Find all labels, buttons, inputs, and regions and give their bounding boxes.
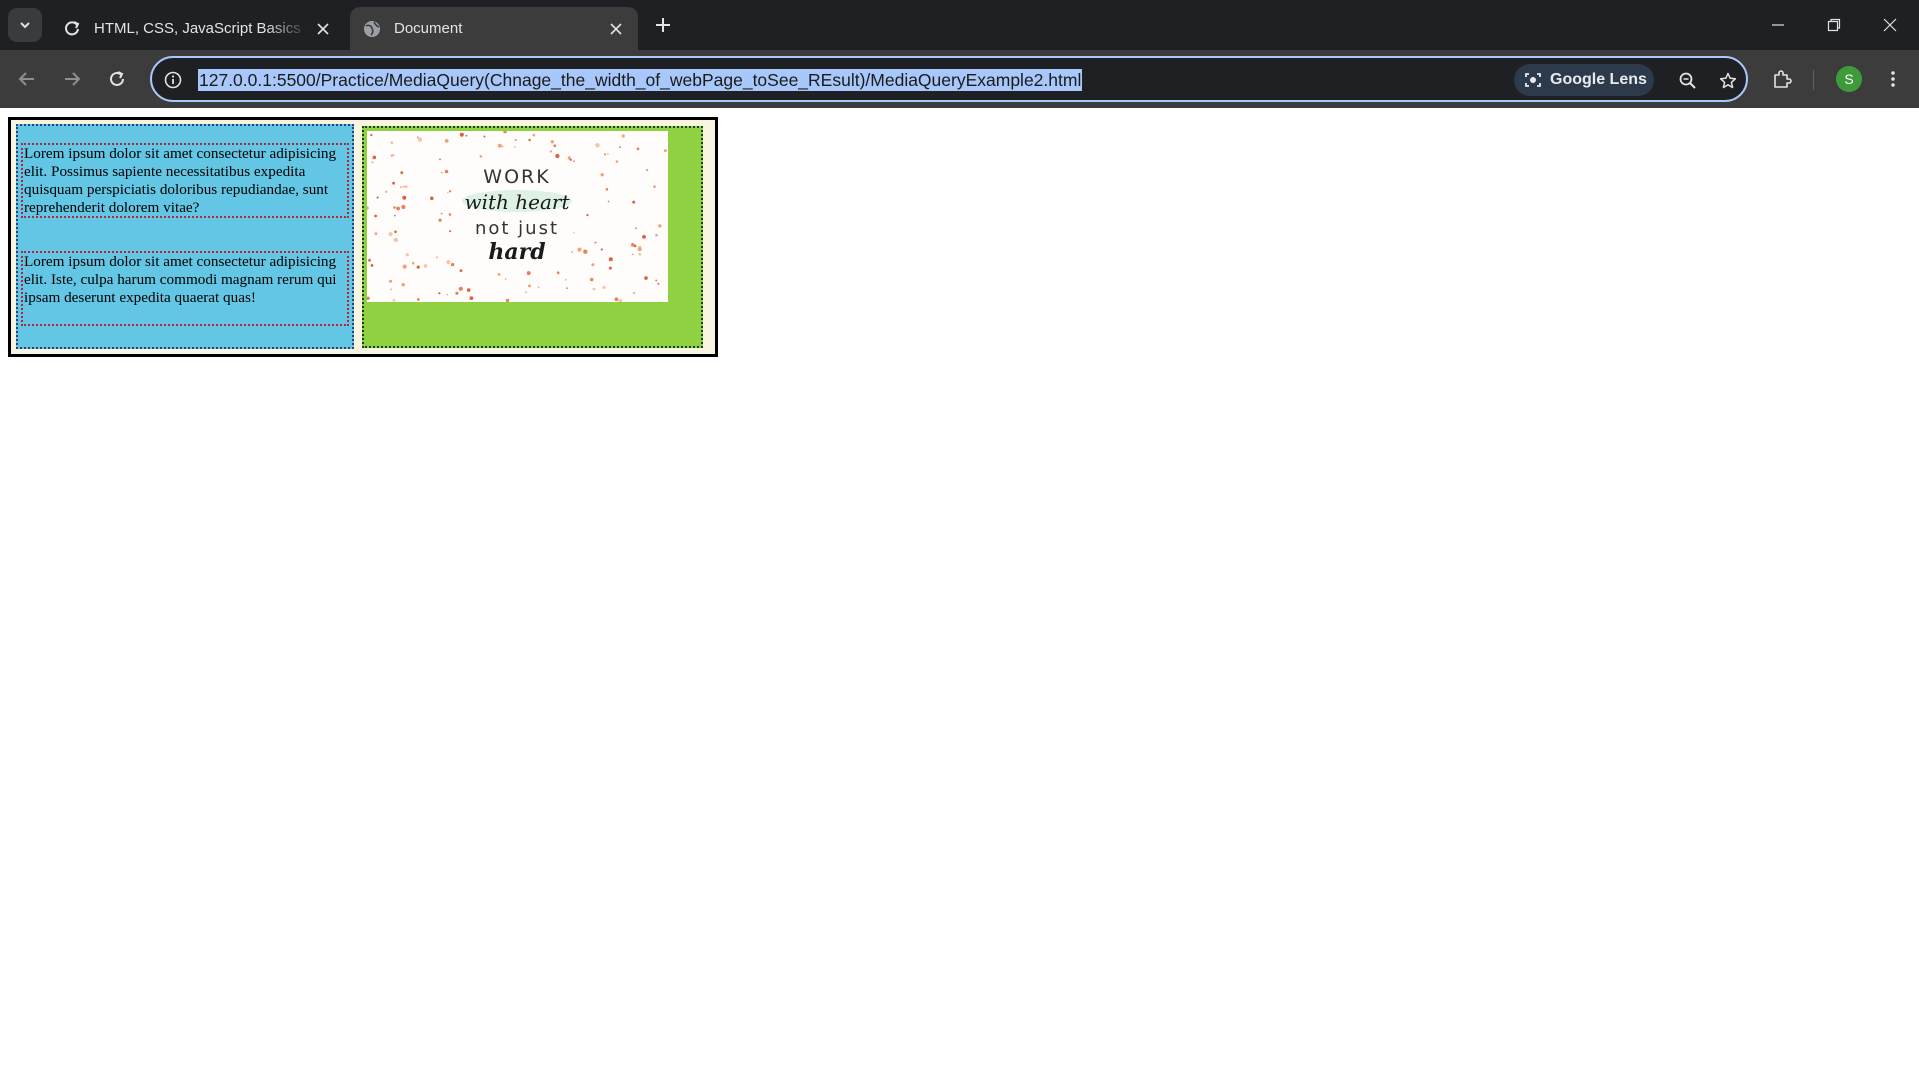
close-window-button[interactable]	[1862, 0, 1918, 50]
site-info-icon[interactable]	[160, 67, 186, 93]
restore-icon	[1827, 18, 1841, 32]
browser-toolbar: 127.0.0.1:5500/Practice/MediaQuery(Chnag…	[0, 50, 1919, 108]
tab-title: HTML, CSS, JavaScript Basics - C	[94, 20, 309, 37]
paragraph-1: Lorem ipsum dolor sit amet consectetur a…	[21, 143, 349, 218]
minimize-icon	[1772, 24, 1784, 26]
google-lens-button[interactable]: Google Lens	[1514, 64, 1654, 96]
globe-icon	[362, 19, 382, 39]
paragraph-2: Lorem ipsum dolor sit amet consectetur a…	[21, 251, 349, 326]
profile-avatar[interactable]: S	[1836, 66, 1862, 92]
menu-button[interactable]	[1876, 62, 1910, 96]
more-vertical-icon	[1891, 71, 1895, 87]
back-button[interactable]	[10, 62, 44, 96]
poster-line-hard: hard	[488, 239, 545, 265]
arrow-left-icon	[18, 72, 34, 86]
bookmark-star-icon[interactable]	[1714, 67, 1742, 95]
zoom-icon[interactable]	[1674, 67, 1702, 95]
toolbar-separator	[1813, 70, 1814, 90]
poster-line-not-just: not just	[475, 218, 559, 239]
forward-button[interactable]	[55, 62, 89, 96]
url-text[interactable]: 127.0.0.1:5500/Practice/MediaQuery(Chnag…	[198, 69, 1083, 91]
poster-lettering: WORK with heart not just hard	[462, 166, 572, 265]
tab-strip: HTML, CSS, JavaScript Basics - C Documen…	[0, 0, 1919, 50]
new-tab-button[interactable]	[648, 10, 678, 40]
close-tab-icon[interactable]	[602, 15, 630, 43]
tab-document[interactable]: Document	[350, 7, 638, 50]
tab-title: Document	[394, 20, 463, 37]
minimize-button[interactable]	[1750, 0, 1806, 50]
flex-container: Lorem ipsum dolor sit amet consectetur a…	[8, 117, 718, 357]
image-column: WORK with heart not just hard	[362, 126, 703, 348]
close-icon	[1883, 18, 1897, 32]
camera-lens-icon	[1524, 71, 1542, 89]
text-column: Lorem ipsum dolor sit amet consectetur a…	[16, 124, 354, 349]
address-bar[interactable]: 127.0.0.1:5500/Practice/MediaQuery(Chnag…	[150, 56, 1748, 102]
motivational-poster-image: WORK with heart not just hard	[367, 131, 668, 302]
reload-icon	[110, 71, 124, 86]
tab-html-css-js-basics[interactable]: HTML, CSS, JavaScript Basics - C	[50, 7, 345, 50]
page-viewport: Lorem ipsum dolor sit amet consectetur a…	[0, 108, 1919, 1079]
arrow-right-icon	[65, 72, 81, 86]
puzzle-icon	[1774, 70, 1792, 88]
plus-icon	[656, 18, 670, 32]
reload-button[interactable]	[100, 62, 134, 96]
chevron-down-icon	[20, 22, 30, 29]
poster-line-with-heart: with heart	[464, 190, 570, 214]
refresh-loop-icon	[62, 19, 82, 39]
restore-button[interactable]	[1806, 0, 1862, 50]
extensions-button[interactable]	[1765, 62, 1799, 96]
google-lens-label: Google Lens	[1550, 71, 1647, 88]
poster-line-work: WORK	[483, 166, 550, 188]
tab-search-button[interactable]	[8, 8, 42, 42]
close-tab-icon[interactable]	[309, 15, 337, 43]
